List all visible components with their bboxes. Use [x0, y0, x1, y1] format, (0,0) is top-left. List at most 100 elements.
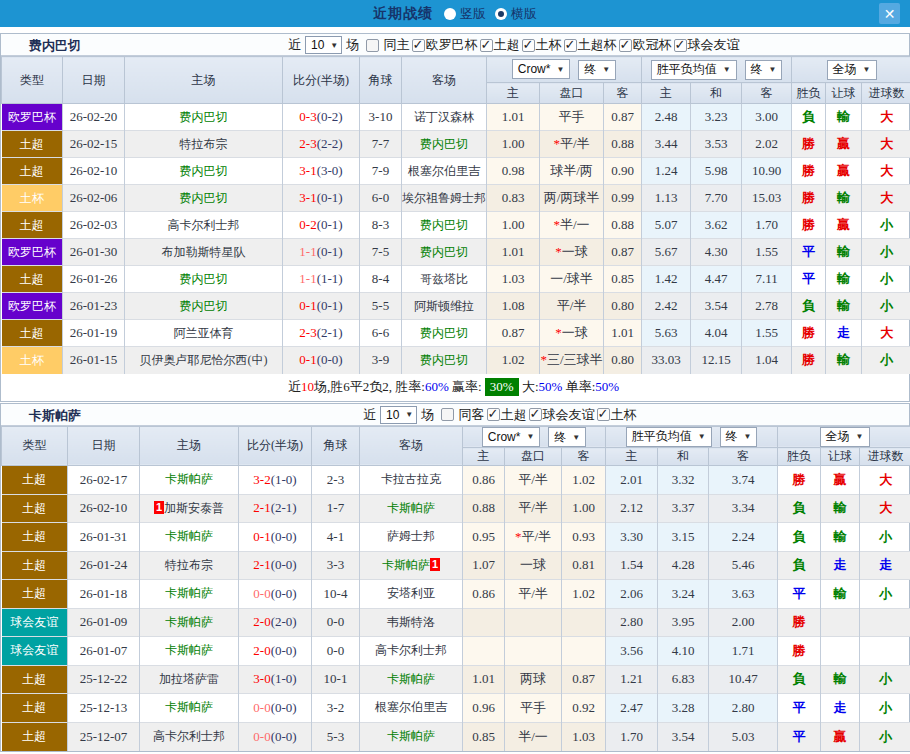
odds-source-header: Crow*▼ 终▼	[487, 57, 642, 83]
league-checkbox-0[interactable]	[487, 408, 500, 421]
match-date: 26-01-30	[63, 239, 125, 266]
same-venue-checkbox[interactable]	[441, 408, 454, 421]
avg-draw: 4.28	[658, 551, 709, 580]
handicap: 一球	[562, 244, 588, 259]
avg-select[interactable]: 胜平负均值▼	[626, 427, 712, 447]
score-cell: 0-3(0-2)	[283, 104, 360, 131]
avg-time-select-value: 终	[751, 61, 763, 78]
away-team: 高卡尔利士邦	[375, 643, 447, 657]
result-handicap: 走	[821, 694, 860, 723]
match-type-badge: 土超	[2, 131, 63, 158]
handicap: 三/三球半	[547, 352, 603, 367]
home-team: 特拉布宗	[180, 137, 228, 151]
home-team-cell: 卡斯帕萨	[140, 580, 239, 609]
stats-segment: 60%	[425, 379, 449, 395]
score-cell: 1-1(0-1)	[283, 239, 360, 266]
away-team-cell: 诺丁汉森林	[402, 104, 487, 131]
recent-count-select[interactable]: 10▼	[305, 36, 342, 54]
avg-home: 2.47	[606, 694, 658, 723]
home-team-cell: 特拉布宗	[125, 131, 283, 158]
home-odds: 1.03	[487, 266, 540, 293]
team-section: 卡斯帕萨近10▼场 同客土超球会友谊土杯类型日期主场比分(半场)角球客场Crow…	[0, 403, 910, 752]
result-win-loss: 負	[778, 665, 821, 694]
avg-draw: 3.15	[658, 523, 709, 552]
home-team: 布加勒斯特星队	[162, 245, 246, 259]
away-odds: 0.80	[604, 293, 642, 320]
home-odds: 1.00	[487, 131, 540, 158]
avg-away: 1.71	[709, 637, 778, 666]
avg-draw: 3.95	[658, 608, 709, 637]
scope-select[interactable]: 全场▼	[827, 60, 877, 80]
handicap-cell: 球半/两	[540, 158, 604, 185]
odds-source-header: Crow*▼ 终▼	[463, 426, 606, 448]
radio-horizontal[interactable]	[495, 8, 507, 20]
result-handicap: 走	[821, 551, 860, 580]
radio-vertical[interactable]	[444, 8, 456, 20]
odds-time-select[interactable]: 终▼	[548, 427, 586, 447]
same-venue-checkbox[interactable]	[366, 39, 379, 52]
corner-cell: 8-3	[360, 212, 402, 239]
avg-away: 3.00	[742, 104, 792, 131]
chevron-down-icon: ▼	[602, 65, 610, 74]
match-date: 26-01-15	[63, 347, 125, 374]
avg-time-select[interactable]: 终▼	[720, 427, 758, 447]
corner-cell: 8-4	[360, 266, 402, 293]
league-checkbox-1[interactable]	[480, 39, 493, 52]
fulltime-score: 0-2	[299, 217, 316, 232]
result-goals: 小	[860, 665, 910, 694]
score-cell: 3-0(1-0)	[239, 665, 312, 694]
handicap: 平/半	[557, 298, 587, 313]
odds-source-select[interactable]: Crow*▼	[482, 427, 541, 447]
close-button[interactable]: ✕	[879, 3, 900, 24]
league-checkbox-4[interactable]	[619, 39, 632, 52]
home-team: 费内巴切	[180, 191, 228, 205]
avg-away: 3.74	[709, 466, 778, 495]
halftime-score: (0-1)	[317, 244, 343, 259]
odds-time-select[interactable]: 终▼	[578, 60, 616, 80]
match-row: 土超26-02-15特拉布宗2-3(2-2)7-7费内巴切1.00*平/半0.8…	[2, 131, 910, 158]
avg-away: 2.80	[709, 694, 778, 723]
corner-cell: 3-3	[312, 551, 360, 580]
away-team-cell: 韦斯特洛	[360, 608, 463, 637]
recent-count-value: 10	[386, 408, 399, 422]
handicap-cell: 一/球半	[540, 266, 604, 293]
avg-time-select[interactable]: 终▼	[745, 60, 783, 80]
result-win-loss: 負	[778, 523, 821, 552]
league-checkbox-3[interactable]	[564, 39, 577, 52]
league-checkbox-5[interactable]	[674, 39, 687, 52]
score-cell: 2-3(2-1)	[283, 320, 360, 347]
chevron-down-icon: ▼	[769, 65, 777, 74]
home-odds: 0.88	[463, 494, 505, 523]
fulltime-score: 0-1	[299, 298, 316, 313]
result-handicap: 輸	[826, 266, 862, 293]
away-team-cell: 费内巴切	[402, 131, 487, 158]
away-odds: 1.02	[562, 466, 606, 495]
handicap-cell: *半/一	[540, 212, 604, 239]
home-team: 贝伊奥卢耶尼恰尔西(中)	[140, 353, 268, 367]
rank-badge: 1	[430, 558, 440, 571]
odds-source-select[interactable]: Crow*▼	[512, 59, 571, 79]
home-team-cell: 费内巴切	[125, 104, 283, 131]
recent-count-select[interactable]: 10▼	[380, 406, 417, 424]
league-label-3: 土超杯	[578, 36, 617, 54]
league-checkbox-2[interactable]	[597, 408, 610, 421]
avg-draw: 3.62	[691, 212, 742, 239]
handicap-cell: 两球	[505, 665, 562, 694]
avg-home: 1.42	[642, 266, 691, 293]
corner-cell: 3-9	[360, 347, 402, 374]
match-date: 26-01-24	[68, 551, 140, 580]
avg-draw: 4.04	[691, 320, 742, 347]
result-goals: 小	[860, 694, 910, 723]
match-type-badge: 土超	[2, 494, 68, 523]
radio-label-vertical[interactable]: 竖版	[460, 5, 486, 23]
result-win-loss: 勝	[778, 637, 821, 666]
league-checkbox-1[interactable]	[529, 408, 542, 421]
away-team-cell: 安塔利亚	[360, 580, 463, 609]
scope-select[interactable]: 全场▼	[820, 427, 870, 447]
matches-table: 类型日期主场比分(半场)角球客场Crow*▼终▼胜平负均值▼终▼全场▼主盘口客主…	[1, 426, 910, 751]
avg-select[interactable]: 胜平负均值▼	[651, 60, 737, 80]
radio-label-horizontal[interactable]: 横版	[511, 5, 537, 23]
away-odds: 0.93	[562, 523, 606, 552]
league-checkbox-0[interactable]	[412, 39, 425, 52]
league-checkbox-2[interactable]	[522, 39, 535, 52]
